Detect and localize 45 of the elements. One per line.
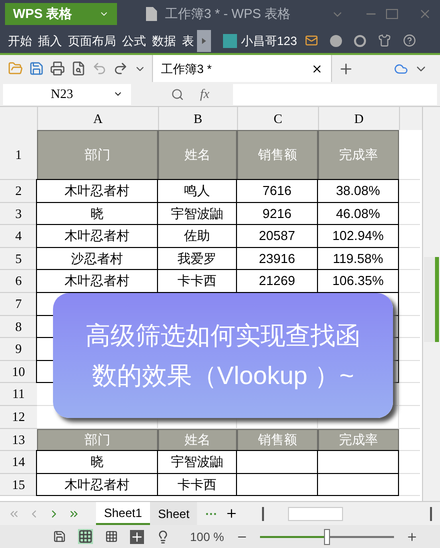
zoom-percentage[interactable]: 100 % — [190, 528, 224, 546]
header-cell: 姓名 — [158, 130, 237, 180]
window-title: 工作簿3 * - WPS 表格 — [165, 5, 291, 24]
header-cell: 销售额 — [237, 428, 318, 452]
header-cell: 姓名 — [158, 428, 237, 452]
row-header[interactable]: 7 — [0, 292, 37, 316]
menu-item[interactable]: 公式 — [119, 28, 149, 53]
caption-text: 高级筛选如何实现查找函 — [86, 322, 360, 348]
table-cell: 38.08% — [317, 179, 399, 203]
document-tab[interactable]: 工作簿3 * — [152, 55, 332, 82]
row-header[interactable]: 12 — [0, 406, 37, 429]
header-cell: 完成率 — [318, 130, 399, 180]
sheet-tab[interactable]: Sheet1 — [96, 502, 150, 525]
menu-item[interactable]: 页面布局 — [65, 28, 119, 53]
row-header[interactable]: 10 — [0, 360, 37, 384]
user-name[interactable]: 小昌哥123 — [241, 32, 298, 50]
header-cell: 部门 — [37, 428, 158, 452]
function-button[interactable]: fx — [200, 84, 210, 104]
menu-item[interactable]: 开始 — [5, 28, 35, 53]
app-menu-button[interactable]: WPS 表格 — [5, 3, 117, 25]
row-header[interactable]: 4 — [0, 225, 37, 248]
table-cell: 木叶忍者村 — [36, 472, 158, 496]
row-header[interactable]: 2 — [0, 180, 37, 203]
menu-item[interactable]: 数据 — [149, 28, 179, 53]
row-header[interactable]: 15 — [0, 474, 37, 496]
more-icon[interactable]: ··· — [205, 504, 218, 522]
row-header[interactable]: 11 — [0, 383, 37, 406]
menu-item[interactable]: 插入 — [35, 28, 65, 53]
table-cell: 晓 — [36, 450, 158, 474]
sheet-tab[interactable]: Sheet — [150, 502, 198, 525]
row-header[interactable]: 8 — [0, 316, 37, 338]
caption-text: 数的效果（Vlookup ）~ — [92, 362, 354, 388]
header-cell: 销售额 — [237, 130, 318, 180]
row-header[interactable]: 5 — [0, 248, 37, 270]
row-header[interactable]: 9 — [0, 338, 37, 361]
name-box[interactable]: N23 — [3, 84, 131, 104]
table-cell: 木叶忍者村 — [36, 179, 158, 203]
row-header[interactable]: 3 — [0, 202, 37, 226]
row-header[interactable]: 14 — [0, 451, 37, 474]
header-cell: 完成率 — [318, 428, 399, 452]
row-header[interactable]: 1 — [0, 130, 37, 180]
row-header[interactable]: 6 — [0, 270, 37, 293]
menu-item[interactable]: 表 — [179, 28, 197, 53]
header-cell: 部门 — [37, 130, 158, 180]
row-header[interactable]: 13 — [0, 428, 37, 452]
